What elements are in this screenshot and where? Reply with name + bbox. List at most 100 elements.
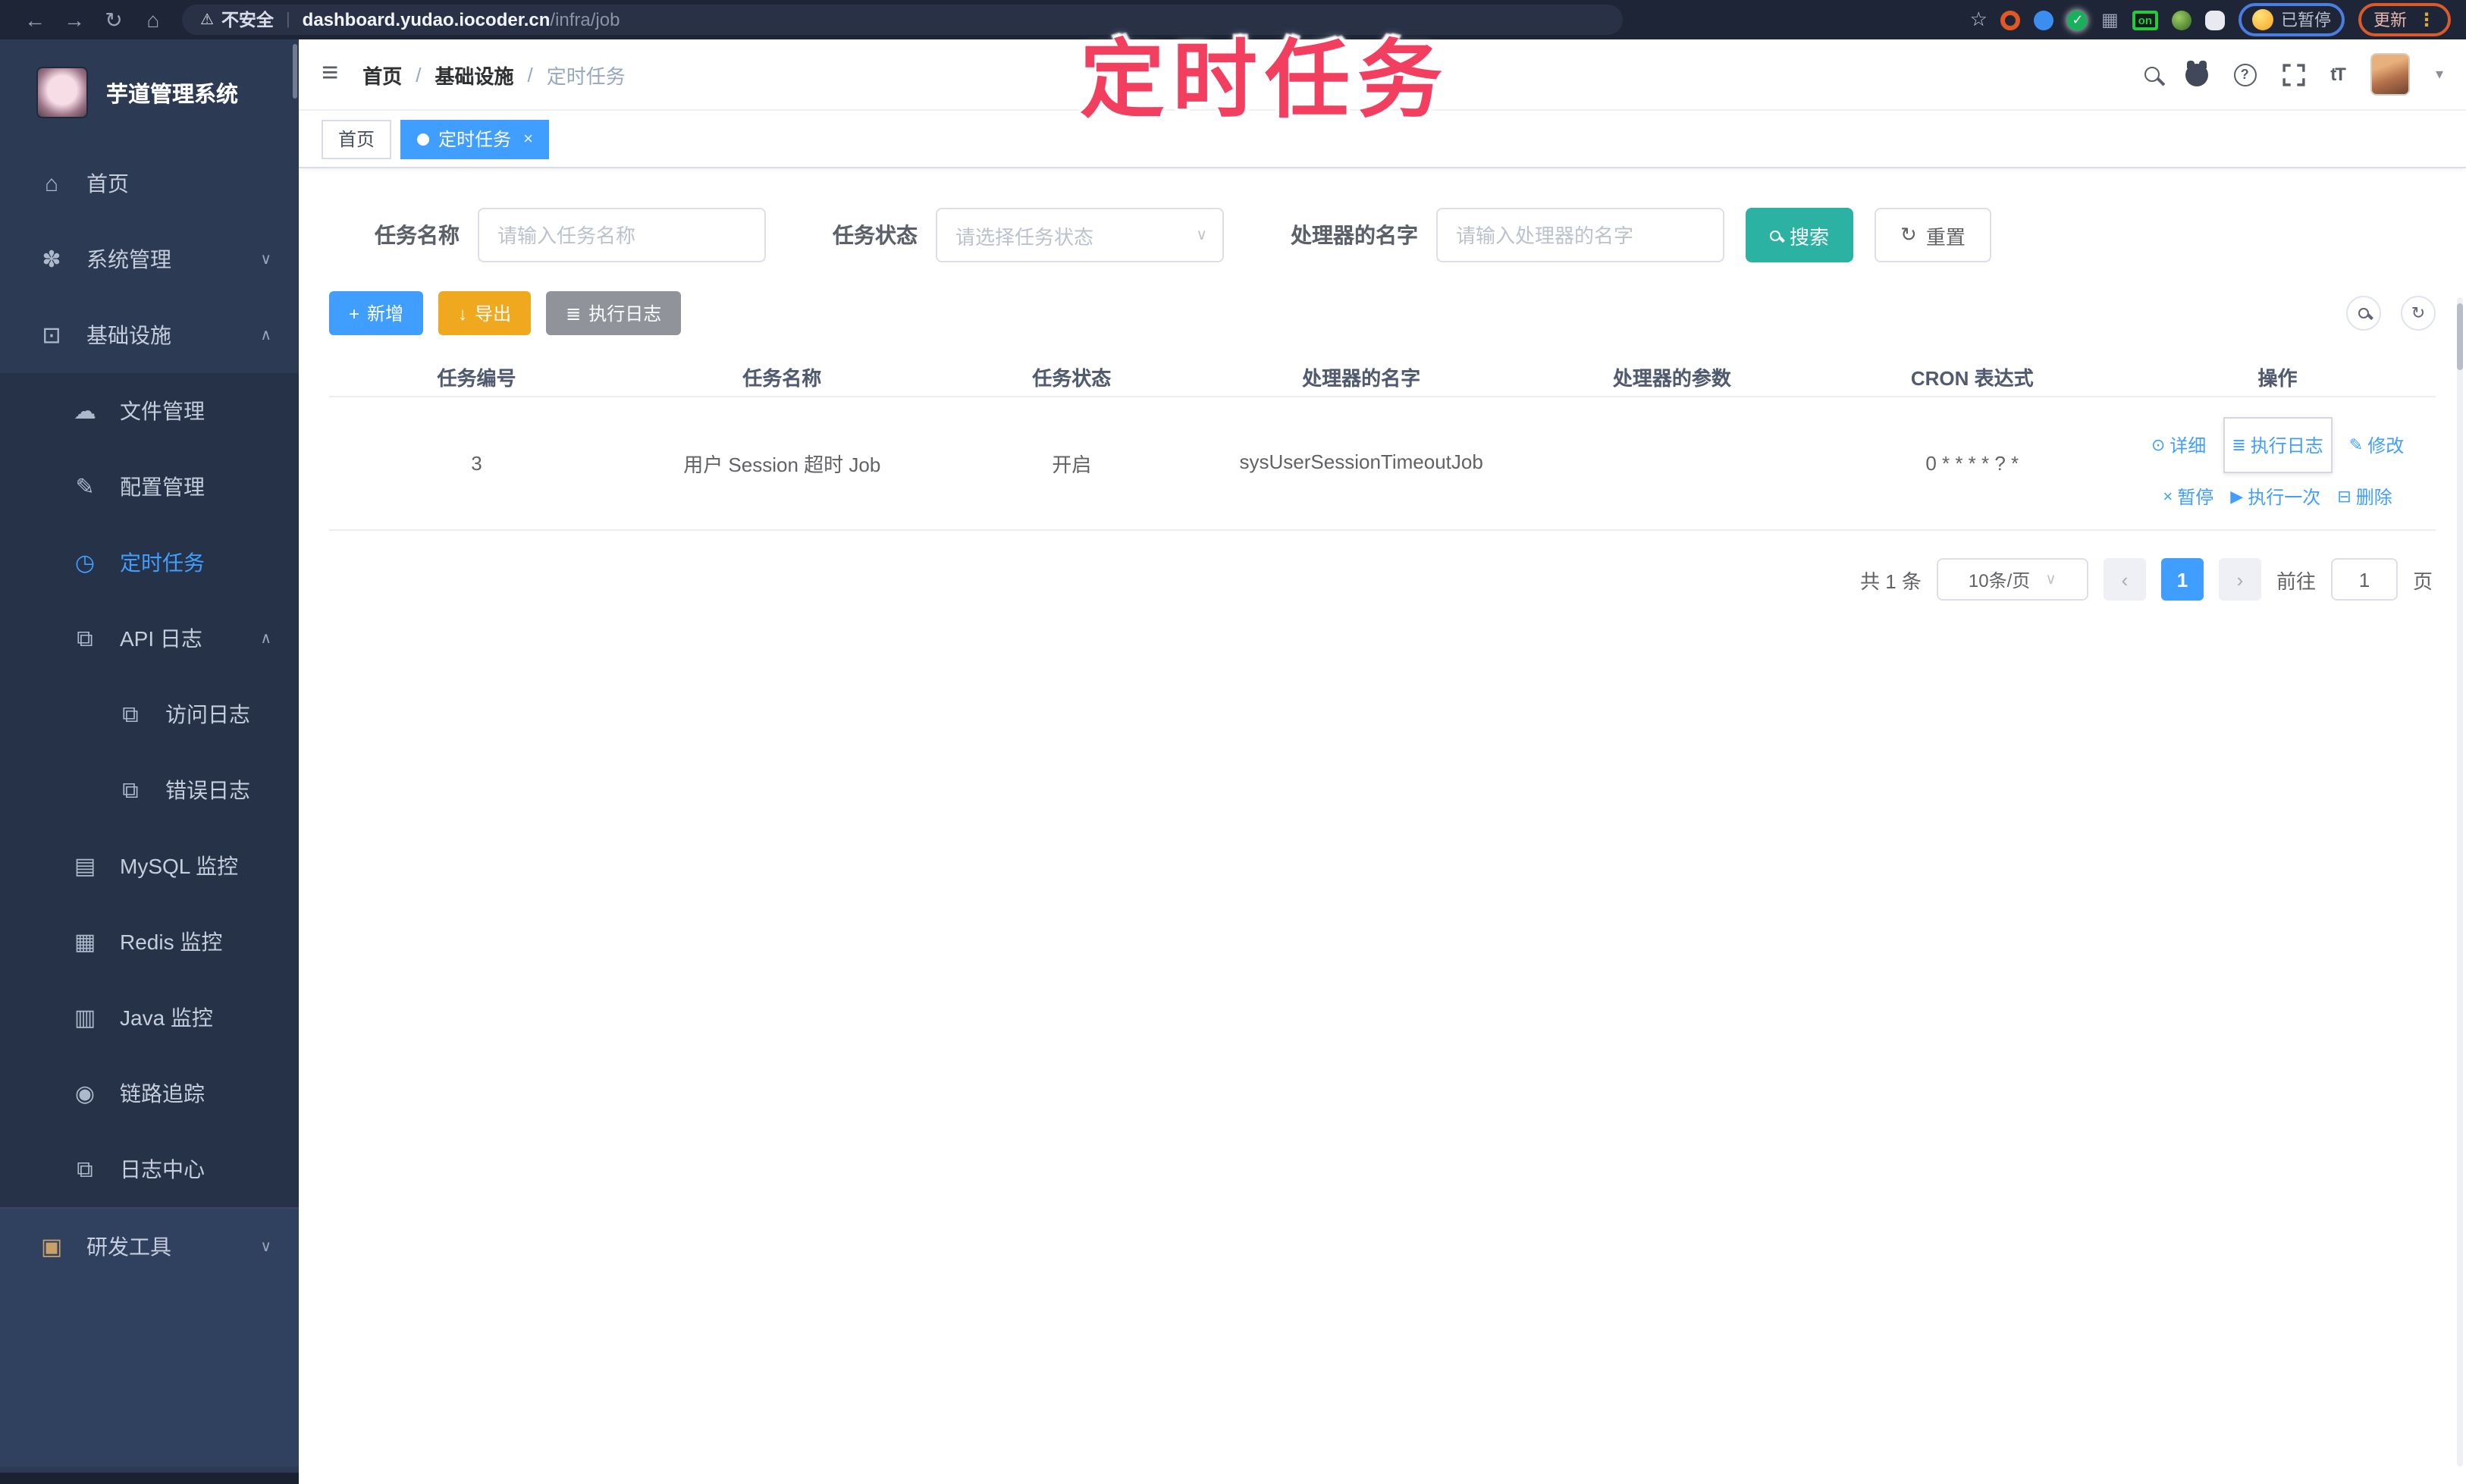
reset-button-label: 重置 — [1925, 225, 1966, 248]
breadcrumb: 首页 / 基础设施 / 定时任务 — [362, 60, 626, 89]
breadcrumb-infrastructure[interactable]: 基础设施 — [435, 60, 513, 89]
fullscreen-icon[interactable] — [2282, 63, 2304, 86]
toggle-search-button[interactable] — [2346, 296, 2381, 331]
run-once-link[interactable]: ▶ 执行一次 — [2230, 484, 2320, 510]
browser-forward-icon[interactable]: → — [55, 8, 94, 32]
browser-menu-icon[interactable]: ⋮ — [2417, 9, 2436, 30]
row-exec-log-link[interactable]: ≣ 执行日志 — [2232, 432, 2323, 458]
add-button[interactable]: + 新增 — [329, 291, 424, 335]
paused-extension-chip[interactable]: 已暂停 — [2239, 3, 2345, 36]
bookmark-star-icon[interactable]: ☆ — [1970, 8, 1988, 32]
sidebar-item-dev-tools[interactable]: ▣ 研发工具 ∨ — [0, 1209, 299, 1285]
edit-link[interactable]: ✎ 修改 — [2349, 432, 2404, 458]
pause-link[interactable]: × 暂停 — [2163, 484, 2213, 510]
goto-page-input[interactable] — [2330, 558, 2398, 601]
exec-log-button[interactable]: ≣ 执行日志 — [546, 291, 682, 335]
sidebar-item-access-log[interactable]: ⧉ 访问日志 — [0, 676, 299, 752]
sidebar-item-redis-monitor[interactable]: ▦ Redis 监控 — [0, 904, 299, 980]
refresh-icon: ↻ — [1900, 223, 1917, 246]
tab-home[interactable]: 首页 — [322, 119, 392, 158]
extension-icon-ring[interactable] — [2000, 10, 2021, 30]
edit-icon: ✎ — [2348, 437, 2364, 455]
sidebar-item-label: MySQL 监控 — [120, 854, 239, 878]
sidebar-item-label: 研发工具 — [86, 1235, 171, 1259]
export-button-label: 导出 — [475, 303, 512, 325]
url-path: /infra/job — [550, 9, 620, 30]
detail-link[interactable]: ⊙ 详细 — [2151, 432, 2206, 458]
briefcase-icon: ▣ — [40, 1235, 63, 1260]
user-avatar[interactable] — [2370, 53, 2410, 96]
help-icon[interactable]: ? — [2233, 63, 2257, 86]
eye-icon: ⊙ — [2151, 437, 2166, 455]
browser-reload-icon[interactable]: ↻ — [94, 7, 133, 33]
search-icon[interactable] — [2144, 67, 2160, 82]
monitor-icon: ⊡ — [42, 323, 61, 349]
close-icon[interactable]: × — [523, 130, 533, 148]
handler-name-input[interactable] — [1436, 208, 1724, 262]
edit-icon: ✎ — [75, 475, 95, 500]
job-name-label: 任务名称 — [375, 223, 460, 247]
sidebar-item-mysql-monitor[interactable]: ▤ MySQL 监控 — [0, 828, 299, 904]
sidebar-item-java-monitor[interactable]: ▥ Java 监控 — [0, 980, 299, 1056]
trash-icon: ⊟ — [2337, 488, 2351, 507]
total-count-label: 共 1 条 — [1860, 569, 1922, 592]
log-icon: ≣ — [566, 303, 582, 324]
sidebar-item-api-log[interactable]: ⧉ API 日志 ∧ — [0, 601, 299, 676]
browser-back-icon[interactable]: ← — [15, 8, 55, 32]
page-1-button[interactable]: 1 — [2160, 558, 2204, 601]
sidebar-item-label: 系统管理 — [86, 247, 171, 271]
sidebar-item-scheduled-jobs[interactable]: ◷ 定时任务 — [0, 525, 299, 601]
goto-label: 前往 — [2276, 569, 2316, 592]
hamburger-icon[interactable]: ≡ — [322, 58, 338, 91]
delete-link[interactable]: ⊟ 删除 — [2337, 484, 2392, 510]
paused-label: 已暂停 — [2281, 12, 2331, 30]
prev-page-button[interactable]: ‹ — [2103, 558, 2146, 601]
extension-on-badge[interactable]: on — [2132, 10, 2158, 30]
extension-icon-leaf[interactable] — [2172, 10, 2191, 30]
search-button[interactable]: 搜索 — [1746, 208, 1854, 262]
cloud-upload-icon: ☁ — [74, 399, 96, 425]
update-chip[interactable]: 更新 ⋮ — [2358, 3, 2451, 36]
job-status-label: 任务状态 — [833, 223, 918, 247]
sidebar-item-trace[interactable]: ◉ 链路追踪 — [0, 1056, 299, 1131]
sidebar-item-label: 访问日志 — [165, 702, 250, 726]
page-scrollbar-track[interactable] — [2457, 297, 2463, 1466]
sidebar-item-infrastructure[interactable]: ⊡ 基础设施 ∧ — [0, 297, 299, 373]
sidebar-item-system-manage[interactable]: ✽ 系统管理 ∨ — [0, 221, 299, 297]
next-page-button[interactable]: › — [2218, 558, 2261, 601]
active-dot-icon — [417, 133, 430, 145]
reset-button[interactable]: ↻ 重置 — [1875, 208, 1991, 262]
job-name-input[interactable] — [478, 208, 766, 262]
extensions-puzzle-icon[interactable] — [2205, 10, 2225, 30]
font-size-icon[interactable]: tT — [2330, 64, 2346, 85]
sidebar-scrollbar-thumb[interactable] — [293, 44, 297, 99]
extension-icon-grid[interactable]: ▦ — [2101, 9, 2119, 30]
job-status-select[interactable]: 请选择任务状态 ∨ — [936, 208, 1224, 262]
chevron-up-icon: ∧ — [260, 327, 271, 344]
export-button[interactable]: ↓ 导出 — [438, 291, 532, 335]
tab-scheduled-jobs[interactable]: 定时任务 × — [400, 119, 550, 158]
page-size-select[interactable]: 10条/页 ∨ — [1936, 558, 2088, 601]
avatar-caret-icon[interactable]: ▾ — [2436, 66, 2443, 83]
sidebar-item-error-log[interactable]: ⧉ 错误日志 — [0, 752, 299, 828]
pagination: 共 1 条 10条/页 ∨ ‹ 1 › 前往 页 — [332, 558, 2433, 601]
app-title: 芋道管理系统 — [106, 83, 238, 107]
actions-cell: ⊙ 详细 ≣ 执行日志 ✎ 修改 × 暂停 ▶ 执行一次 ⊟ 删除 — [2119, 417, 2436, 510]
chevron-down-icon: ∨ — [260, 1238, 271, 1255]
page-scrollbar-thumb[interactable] — [2457, 303, 2463, 370]
sidebar-item-label: Java 监控 — [120, 1006, 213, 1030]
tab-label: 定时任务 — [438, 129, 512, 150]
col-job-id: 任务编号 — [437, 367, 516, 390]
browser-home-icon[interactable]: ⌂ — [133, 8, 173, 32]
extension-icon-blue[interactable] — [2034, 10, 2054, 30]
sidebar-item-home[interactable]: ⌂ 首页 — [0, 146, 299, 221]
sidebar-item-file-manage[interactable]: ☁ 文件管理 — [0, 373, 299, 449]
sidebar-item-log-center[interactable]: ⧉ 日志中心 — [0, 1131, 299, 1207]
breadcrumb-home[interactable]: 首页 — [362, 60, 402, 89]
refresh-table-button[interactable]: ↻ — [2401, 296, 2436, 331]
security-label[interactable]: 不安全 — [221, 8, 274, 32]
github-icon[interactable] — [2185, 60, 2208, 86]
sidebar-item-config-manage[interactable]: ✎ 配置管理 — [0, 449, 299, 525]
extension-icon-check[interactable]: ✓ — [2067, 10, 2088, 30]
app-logo-row[interactable]: 芋道管理系统 — [0, 39, 299, 146]
